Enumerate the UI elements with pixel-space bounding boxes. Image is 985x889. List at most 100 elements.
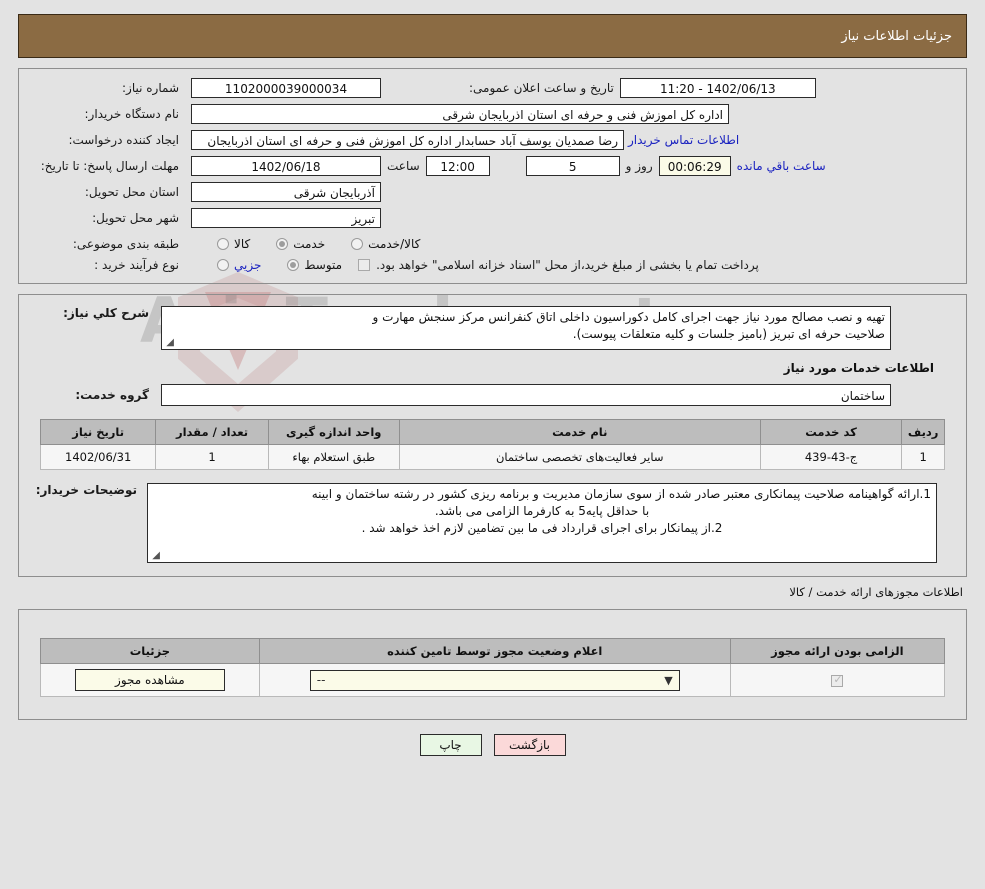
deadline-date-field: 1402/06/18	[191, 156, 381, 176]
buyer-notes-label: توضیحات خریدار:	[35, 483, 137, 497]
services-section-title: اطلاعات خدمات مورد نیاز	[783, 361, 934, 375]
buyer-notes-line-1: 1.ارائه گواهینامه صلاحیت پیمانکاری معتبر…	[311, 487, 931, 501]
deadline-time-field: 12:00	[425, 156, 490, 176]
col-permit-details: جزئیات	[40, 638, 260, 664]
buyer-contact-link[interactable]: اطلاعات تماس خریدار	[628, 133, 739, 147]
page-title: جزئیات اطلاعات نیاز	[841, 28, 952, 44]
description-services-panel: تهیه و نصب مصالح مورد نیاز جهت اجرای کام…	[18, 294, 967, 577]
cell-quantity: 1	[155, 444, 269, 470]
process-option-minor[interactable]: جزیي	[217, 258, 261, 272]
cell-need-date: 1402/06/31	[39, 444, 157, 470]
cell-unit: طبق استعلام بهاء	[267, 444, 400, 470]
radio-icon[interactable]	[217, 238, 229, 250]
announce-datetime-label: تاریخ و ساعت اعلان عمومی:	[469, 81, 614, 95]
cell-service-code: ج-43-439	[759, 444, 903, 470]
permits-table: الزامی بودن ارائه مجوز اعلام وضعیت مجوز …	[40, 638, 946, 697]
permit-required-checkbox	[831, 673, 844, 687]
services-table-header-row: ردیف کد خدمت نام خدمت واحد اندازه گیری ت…	[39, 419, 945, 445]
row-service-group: ساختمان گروه خدمت:	[19, 381, 966, 409]
back-button[interactable]: بازگشت	[493, 734, 566, 756]
process-option-medium[interactable]: متوسط	[287, 258, 342, 272]
category-option-goods-label: کالا	[234, 237, 251, 251]
general-description-label: شرح كلي نياز:	[63, 306, 149, 320]
radio-icon[interactable]	[276, 238, 289, 250]
category-option-goods-service-label: کالا/خدمت	[368, 237, 421, 251]
row-category: کالا/خدمت خدمت کالا طبقه بندی موضوعی:	[19, 231, 966, 254]
cell-permit-details: مشاهده مجوز	[40, 663, 260, 697]
category-option-goods[interactable]: کالا	[217, 237, 250, 251]
days-label: روز و	[625, 159, 653, 173]
city-label: شهر محل تحویل:	[92, 211, 179, 225]
row-creator: اطلاعات تماس خریدار رضا صمدیان یوسف آباد…	[19, 127, 966, 153]
footer-actions: بازگشت چاپ	[0, 734, 985, 756]
radio-icon[interactable]	[217, 259, 229, 271]
category-radio-group: کالا/خدمت خدمت کالا	[191, 237, 420, 251]
city-field: تبریز	[191, 208, 381, 228]
table-row: ▼ -- مشاهده مجوز	[40, 663, 946, 697]
treasury-note: پرداخت تمام یا بخشی از مبلغ خرید،از محل …	[376, 258, 759, 272]
col-index: ردیف	[901, 419, 945, 445]
col-service-code: کد خدمت	[759, 419, 903, 445]
col-permit-status: اعلام وضعیت مجوز توسط تامین کننده	[258, 638, 731, 664]
service-group-field: ساختمان	[161, 384, 891, 406]
process-option-medium-label: متوسط	[304, 258, 343, 272]
service-group-label: گروه خدمت:	[75, 388, 149, 402]
general-description-textarea[interactable]: تهیه و نصب مصالح مورد نیاز جهت اجرای کام…	[161, 306, 891, 350]
permits-panel: الزامی بودن ارائه مجوز اعلام وضعیت مجوز …	[18, 609, 967, 720]
need-number-field: 1102000039000034	[191, 78, 381, 98]
need-number-label: شماره نیاز:	[122, 81, 179, 95]
process-label: نوع فرآیند خرید :	[94, 258, 179, 272]
resize-grip-icon[interactable]: ◢	[164, 338, 174, 348]
services-table-wrap: ردیف کد خدمت نام خدمت واحد اندازه گیری ت…	[19, 419, 966, 470]
row-buyer-org: اداره کل اموزش فنی و حرفه ای استان اذربا…	[19, 101, 966, 127]
treasury-checkbox[interactable]	[358, 259, 371, 271]
general-description-line-2: صلاحیت حرفه ای تبریز (بامیز جلسات و کلیه…	[572, 327, 885, 341]
remaining-hours-label: ساعت باقي مانده	[736, 159, 826, 173]
category-option-service-label: خدمت	[293, 237, 326, 251]
province-field: آذربایجان شرقی	[191, 182, 381, 202]
hour-label: ساعت	[387, 159, 420, 173]
category-label: طبقه بندی موضوعی:	[72, 237, 179, 251]
permits-table-header-row: الزامی بودن ارائه مجوز اعلام وضعیت مجوز …	[40, 638, 946, 664]
radio-icon[interactable]	[351, 238, 364, 250]
process-option-minor-label: جزیي	[234, 258, 262, 272]
services-table: ردیف کد خدمت نام خدمت واحد اندازه گیری ت…	[39, 419, 945, 470]
buyer-org-label: نام دستگاه خریدار:	[84, 107, 180, 121]
print-button[interactable]: چاپ	[419, 734, 482, 756]
cell-service-name: سایر فعالیت‌های تخصصی ساختمان	[398, 444, 761, 470]
page-header: جزئیات اطلاعات نیاز	[18, 14, 967, 58]
category-option-goods-service[interactable]: کالا/خدمت	[351, 237, 420, 251]
creator-field: رضا صمدیان یوسف آباد حسابدار اداره کل ام…	[191, 130, 624, 150]
announce-datetime-field: 1402/06/13 - 11:20	[619, 78, 816, 98]
col-permit-required: الزامی بودن ارائه مجوز	[729, 638, 946, 664]
need-info-panel: 1402/06/13 - 11:20 تاریخ و ساعت اعلان عم…	[18, 68, 967, 284]
days-left-field: 5	[525, 156, 620, 176]
buyer-notes-line-2: با حداقل پایه5 به کارفرما الزامی می باشد…	[434, 504, 650, 518]
category-option-service[interactable]: خدمت	[276, 237, 325, 251]
row-description: تهیه و نصب مصالح مورد نیاز جهت اجرای کام…	[19, 303, 966, 353]
row-buyer-notes: 1.ارائه گواهینامه صلاحیت پیمانکاری معتبر…	[19, 480, 966, 566]
buyer-notes-line-3: 2.از پیمانکار برای اجرای قرارداد فی ما ب…	[361, 521, 723, 535]
row-province: آذربایجان شرقی استان محل تحویل:	[19, 179, 966, 205]
cell-permit-required	[729, 663, 946, 697]
permits-table-wrap: الزامی بودن ارائه مجوز اعلام وضعیت مجوز …	[19, 638, 966, 697]
view-permit-button[interactable]: مشاهده مجوز	[74, 669, 225, 691]
chevron-down-icon: ▼	[664, 673, 673, 687]
col-unit: واحد اندازه گیری	[267, 419, 400, 445]
permit-status-dropdown[interactable]: ▼ --	[309, 669, 680, 691]
process-radio-group: متوسط جزیي	[191, 258, 342, 272]
row-deadline: ساعت باقي مانده 00:06:29 روز و 5 12:00 س…	[19, 153, 966, 179]
col-quantity: تعداد / مقدار	[155, 419, 269, 445]
general-description-line-1: تهیه و نصب مصالح مورد نیاز جهت اجرای کام…	[372, 310, 885, 324]
row-city: تبریز شهر محل تحویل:	[19, 205, 966, 231]
countdown-field: 00:06:29	[658, 156, 731, 176]
row-process: پرداخت تمام یا بخشی از مبلغ خرید،از محل …	[19, 254, 966, 275]
buyer-org-field: اداره کل اموزش فنی و حرفه ای استان اذربا…	[191, 104, 729, 124]
row-need-number: 1402/06/13 - 11:20 تاریخ و ساعت اعلان عم…	[19, 75, 966, 101]
resize-grip-icon[interactable]: ◢	[150, 551, 160, 561]
buyer-notes-textarea[interactable]: 1.ارائه گواهینامه صلاحیت پیمانکاری معتبر…	[147, 483, 937, 563]
cell-index: 1	[901, 444, 945, 470]
radio-icon[interactable]	[287, 259, 300, 271]
col-need-date: تاریخ نیاز	[39, 419, 157, 445]
creator-label: ایجاد کننده درخواست:	[68, 133, 179, 147]
